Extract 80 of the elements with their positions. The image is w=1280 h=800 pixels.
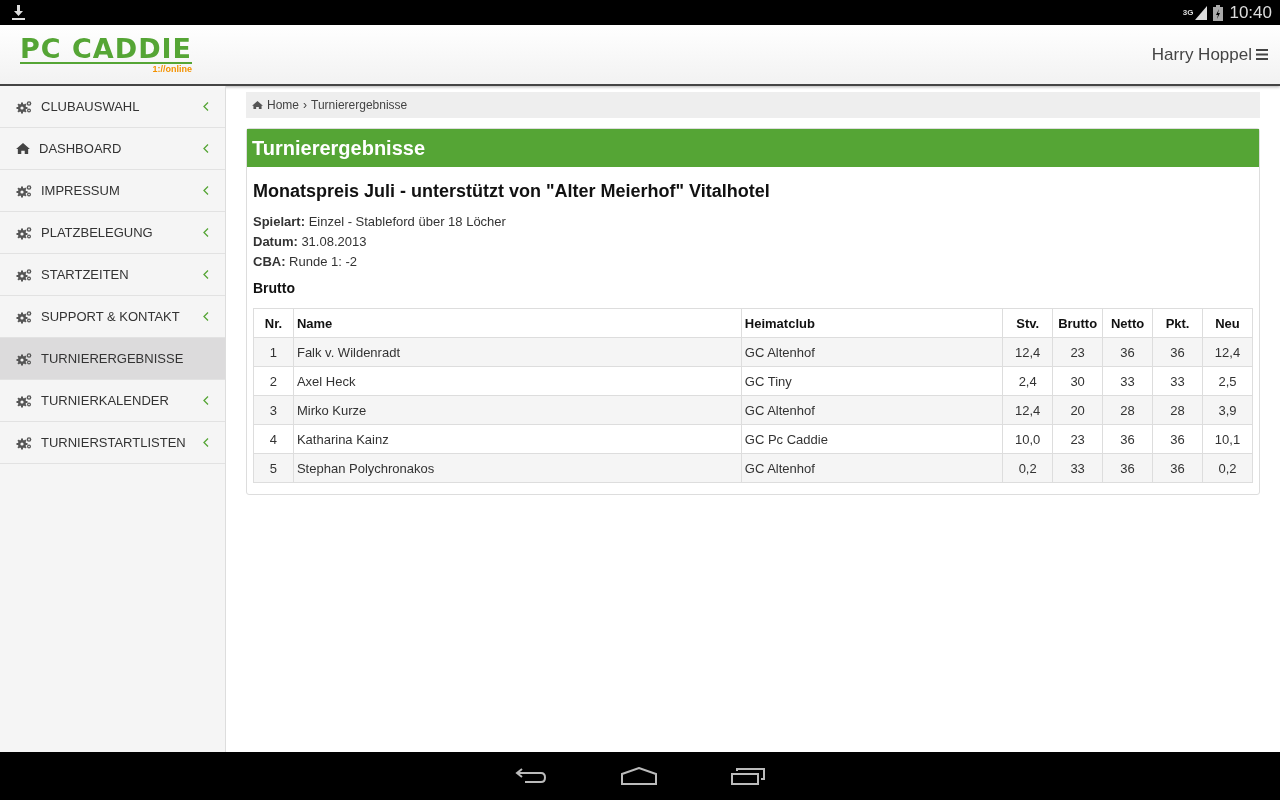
signal-icon <box>1195 5 1208 20</box>
gears-icon <box>16 435 32 450</box>
table-cell: 23 <box>1052 424 1103 454</box>
tournament-title: Monatspreis Juli - unterstützt von "Alter Meierhof" Vitalhotel <box>253 181 771 202</box>
table-cell: Mirko Kurze <box>293 395 742 425</box>
home-icon <box>252 100 263 110</box>
recent-apps-icon[interactable] <box>731 767 765 785</box>
home-icon <box>16 142 30 155</box>
column-header: Neu <box>1202 308 1253 338</box>
table-cell: GC Altenhof <box>741 337 1003 367</box>
table-cell: 2,5 <box>1202 366 1253 396</box>
battery-icon <box>1213 4 1224 21</box>
back-icon[interactable] <box>515 767 547 785</box>
table-cell: 10,1 <box>1202 424 1253 454</box>
table-cell: GC Altenhof <box>741 395 1003 425</box>
sidebar-item[interactable]: TURNIERERGEBNISSE <box>0 338 225 380</box>
sidebar-item[interactable]: TURNIERKALENDER <box>0 380 225 422</box>
chevron-icon <box>203 270 209 279</box>
sidebar-item[interactable]: PLATZBELEGUNG <box>0 212 225 254</box>
user-name[interactable]: Harry Hoppel <box>1151 44 1252 65</box>
logo-text: PC CADDIE <box>20 35 193 64</box>
gears-icon <box>16 351 32 366</box>
sidebar-item[interactable]: TURNIERSTARTLISTEN <box>0 422 225 464</box>
menu-icon[interactable] <box>1256 49 1268 60</box>
table-cell: GC Pc Caddie <box>741 424 1003 454</box>
table-cell: 2,4 <box>1002 366 1053 396</box>
table-cell: 33 <box>1102 366 1153 396</box>
sidebar-item[interactable]: IMPRESSUM <box>0 170 225 212</box>
table-cell: GC Altenhof <box>741 453 1003 483</box>
column-header: Stv. <box>1002 308 1053 338</box>
table-cell: 1 <box>253 337 294 367</box>
logo-subtitle: 1://online <box>152 63 193 74</box>
gears-icon <box>16 309 32 324</box>
table-cell: Axel Heck <box>293 366 742 396</box>
gears-icon <box>16 99 32 114</box>
panel-title: Turnierergebnisse <box>247 129 1259 167</box>
gears-icon <box>16 225 32 240</box>
table-cell: 3 <box>253 395 294 425</box>
home-icon[interactable] <box>621 767 657 785</box>
network-type: 3G <box>1182 8 1194 17</box>
detail-line: Datum: 31.08.2013 <box>253 233 368 251</box>
gears-icon <box>16 183 32 198</box>
table-cell: 36 <box>1152 424 1203 454</box>
gears-icon <box>16 393 32 408</box>
chevron-icon <box>203 228 209 237</box>
clock-time: 10:40 <box>1229 2 1272 23</box>
table-cell: 4 <box>253 424 294 454</box>
sidebar-item[interactable]: STARTZEITEN <box>0 254 225 296</box>
breadcrumb-separator: › <box>303 98 307 112</box>
detail-line: CBA: Runde 1: -2 <box>253 253 359 271</box>
column-header: Heimatclub <box>741 308 1003 338</box>
table-cell: 36 <box>1102 424 1153 454</box>
column-header: Nr. <box>253 308 294 338</box>
breadcrumb-current: Turnierergebnisse <box>311 98 408 112</box>
column-header: Brutto <box>1052 308 1103 338</box>
chevron-icon <box>203 102 209 111</box>
detail-line: Spielart: Einzel - Stableford über 18 Löcher <box>253 213 507 231</box>
column-header: Name <box>293 308 742 338</box>
table-cell: Katharina Kainz <box>293 424 742 454</box>
table-cell: 2 <box>253 366 294 396</box>
column-header: Pkt. <box>1152 308 1203 338</box>
sidebar-item[interactable]: CLUBAUSWAHL <box>0 86 225 128</box>
table-cell: Stephan Polychronakos <box>293 453 742 483</box>
gears-icon <box>16 267 32 282</box>
chevron-icon <box>203 186 209 195</box>
section-heading: Brutto <box>253 280 296 296</box>
column-header: Netto <box>1102 308 1153 338</box>
table-cell: 30 <box>1052 366 1103 396</box>
table-cell: GC Tiny <box>741 366 1003 396</box>
sidebar-item[interactable]: DASHBOARD <box>0 128 225 170</box>
table-cell: 10,0 <box>1002 424 1053 454</box>
chevron-icon <box>203 438 209 447</box>
table-cell: Falk v. Wildenradt <box>293 337 742 367</box>
breadcrumb-link[interactable]: Home <box>267 98 299 112</box>
chevron-icon <box>203 396 209 405</box>
chevron-icon <box>203 144 209 153</box>
table-cell: 5 <box>253 453 294 483</box>
table-cell: 33 <box>1152 366 1203 396</box>
download-icon <box>12 5 25 20</box>
chevron-icon <box>203 312 209 321</box>
